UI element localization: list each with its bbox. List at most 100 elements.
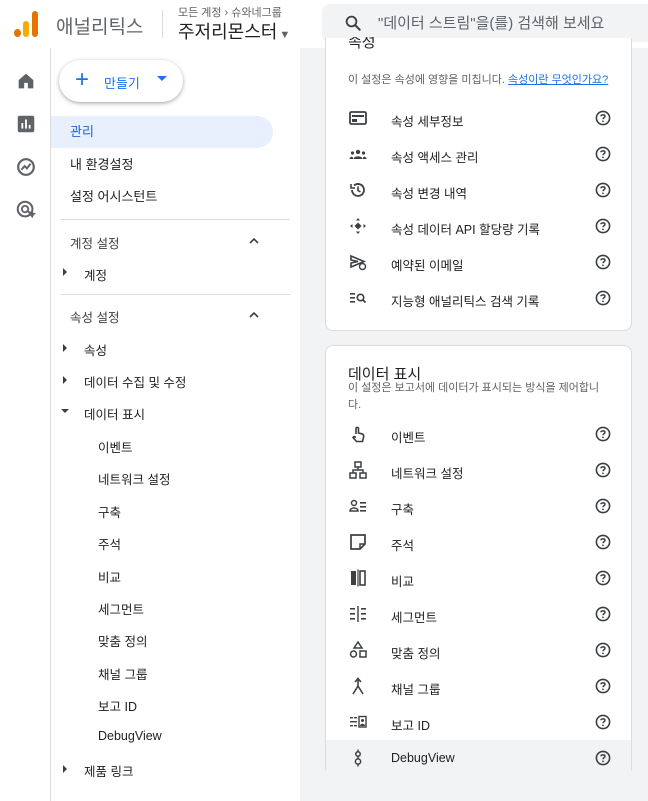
subnav-segments[interactable]: 세그먼트 — [98, 599, 144, 618]
api-quota-icon — [350, 218, 366, 234]
subnav-events[interactable]: 이벤트 — [98, 437, 133, 456]
tree-label-property: 속성 — [84, 344, 108, 358]
settings-row[interactable]: 비교 — [326, 560, 631, 596]
settings-row[interactable]: 속성 데이터 API 할당량 기록 — [326, 208, 631, 244]
learn-more-link[interactable]: 속성이란 무엇인가요? — [508, 74, 608, 86]
subnav-network[interactable]: 네트워크 설정 — [98, 469, 170, 488]
settings-row[interactable]: 주석 — [326, 524, 631, 560]
property-settings-label: 속성 설정 — [70, 311, 120, 325]
collapse-arrow-icon — [61, 409, 69, 413]
shapes-icon — [349, 641, 367, 658]
segment-icon — [350, 606, 366, 622]
settings-row[interactable]: 지능형 애널리틱스 검색 기록 — [326, 280, 631, 316]
debug-icon — [354, 749, 362, 767]
subnav-audiences[interactable]: 구축 — [98, 502, 121, 521]
chevron-up-icon — [249, 311, 259, 318]
help-icon[interactable] — [595, 218, 611, 234]
create-button[interactable]: + 만들기 — [59, 60, 183, 102]
row-label: 주석 — [391, 539, 415, 553]
subnav-channel-groups[interactable]: 채널 그룹 — [98, 664, 147, 683]
property-selector[interactable]: 주저리몬스터 ▼ — [178, 18, 290, 44]
help-icon[interactable] — [595, 254, 611, 270]
row-label: 비교 — [391, 575, 415, 589]
compare-icon — [351, 569, 366, 587]
property-access-icon — [349, 149, 367, 159]
nav-admin[interactable]: 관리 — [51, 116, 273, 148]
settings-row[interactable]: 예약된 이메일 — [326, 244, 631, 280]
data-display-card: 데이터 표시 이 설정은 보고서에 데이터가 표시되는 방식을 제어합니다. 이… — [325, 345, 632, 776]
id-icon — [350, 715, 367, 728]
row-label: 이벤트 — [391, 431, 426, 445]
chevron-up-icon — [249, 237, 259, 244]
row-label: 세그먼트 — [391, 611, 438, 625]
settings-row[interactable]: 이벤트 — [326, 416, 631, 452]
row-label: 보고 ID — [391, 719, 430, 733]
settings-row[interactable]: DebugView — [326, 740, 631, 776]
row-label: 채널 그룹 — [391, 683, 441, 697]
property-name: 주저리몬스터 — [178, 22, 278, 42]
tree-label-product-links: 제품 링크 — [84, 765, 134, 779]
card-title: 속성 — [348, 37, 376, 50]
merge-icon — [352, 677, 364, 695]
row-label: 속성 세부정보 — [391, 115, 464, 129]
touch-icon — [351, 426, 365, 443]
help-icon[interactable] — [595, 642, 611, 658]
help-icon[interactable] — [595, 498, 611, 514]
reports-icon[interactable] — [15, 113, 37, 135]
expand-arrow-icon — [63, 765, 67, 773]
analytics-logo-icon[interactable] — [14, 11, 40, 37]
card-description: 이 설정은 보고서에 데이터가 표시되는 방식을 제어합니다. — [348, 382, 600, 411]
help-icon[interactable] — [595, 606, 611, 622]
property-details-icon — [349, 111, 367, 125]
card-description: 이 설정은 속성에 영향을 미칩니다. 속성이란 무엇인가요? — [348, 74, 609, 86]
subnav-annotations[interactable]: 주석 — [98, 534, 121, 553]
help-icon[interactable] — [595, 678, 611, 694]
settings-row[interactable]: 속성 변경 내역 — [326, 172, 631, 208]
subnav-custom-definitions[interactable]: 맞춤 정의 — [98, 631, 147, 650]
property-settings-card: 속성 이 설정은 속성에 영향을 미칩니다. 속성이란 무엇인가요? 속성 세부… — [325, 37, 632, 331]
expand-arrow-icon — [63, 376, 67, 384]
audience-icon — [349, 499, 366, 512]
app-name[interactable]: 애널리틱스 — [56, 12, 143, 39]
subnav-debugview[interactable]: DebugView — [98, 729, 162, 743]
header-divider — [162, 10, 163, 38]
settings-row[interactable]: 네트워크 설정 — [326, 452, 631, 488]
settings-row[interactable]: 속성 액세스 관리 — [326, 136, 631, 172]
advertising-icon[interactable] — [15, 199, 37, 221]
help-icon[interactable] — [595, 146, 611, 162]
settings-row[interactable]: 보고 ID — [326, 704, 631, 740]
help-icon[interactable] — [595, 750, 611, 766]
network-icon — [349, 461, 367, 479]
tree-label-data-collection: 데이터 수집 및 수정 — [84, 376, 187, 390]
search-icon — [345, 15, 361, 31]
help-icon[interactable] — [595, 714, 611, 730]
row-label: DebugView — [391, 751, 455, 765]
help-icon[interactable] — [595, 290, 611, 306]
help-icon[interactable] — [595, 182, 611, 198]
help-icon[interactable] — [595, 570, 611, 586]
nav-my-settings[interactable]: 내 환경설정 — [51, 149, 273, 181]
subnav-reporting-id[interactable]: 보고 ID — [98, 696, 137, 715]
settings-row[interactable]: 세그먼트 — [326, 596, 631, 632]
help-icon[interactable] — [595, 462, 611, 478]
row-label: 속성 변경 내역 — [391, 187, 467, 201]
settings-row[interactable]: 속성 세부정보 — [326, 100, 631, 136]
change-history-icon — [350, 183, 365, 197]
caret-down-icon: ▼ — [279, 29, 291, 41]
help-icon[interactable] — [595, 534, 611, 550]
nav-setup-assistant[interactable]: 설정 어시스턴트 — [51, 181, 273, 213]
row-label: 속성 데이터 API 할당량 기록 — [391, 223, 541, 237]
row-label: 예약된 이메일 — [391, 259, 464, 273]
settings-row[interactable]: 맞춤 정의 — [326, 632, 631, 668]
search-input[interactable] — [378, 12, 638, 34]
settings-row[interactable]: 채널 그룹 — [326, 668, 631, 704]
help-icon[interactable] — [595, 110, 611, 126]
help-icon[interactable] — [595, 426, 611, 442]
settings-row[interactable]: 구축 — [326, 488, 631, 524]
explore-icon[interactable] — [15, 156, 37, 178]
account-settings-label: 계정 설정 — [70, 237, 120, 251]
subnav-comparisons[interactable]: 비교 — [98, 567, 121, 586]
row-label: 네트워크 설정 — [391, 467, 464, 481]
left-rail — [0, 48, 51, 801]
home-icon[interactable] — [15, 70, 37, 92]
